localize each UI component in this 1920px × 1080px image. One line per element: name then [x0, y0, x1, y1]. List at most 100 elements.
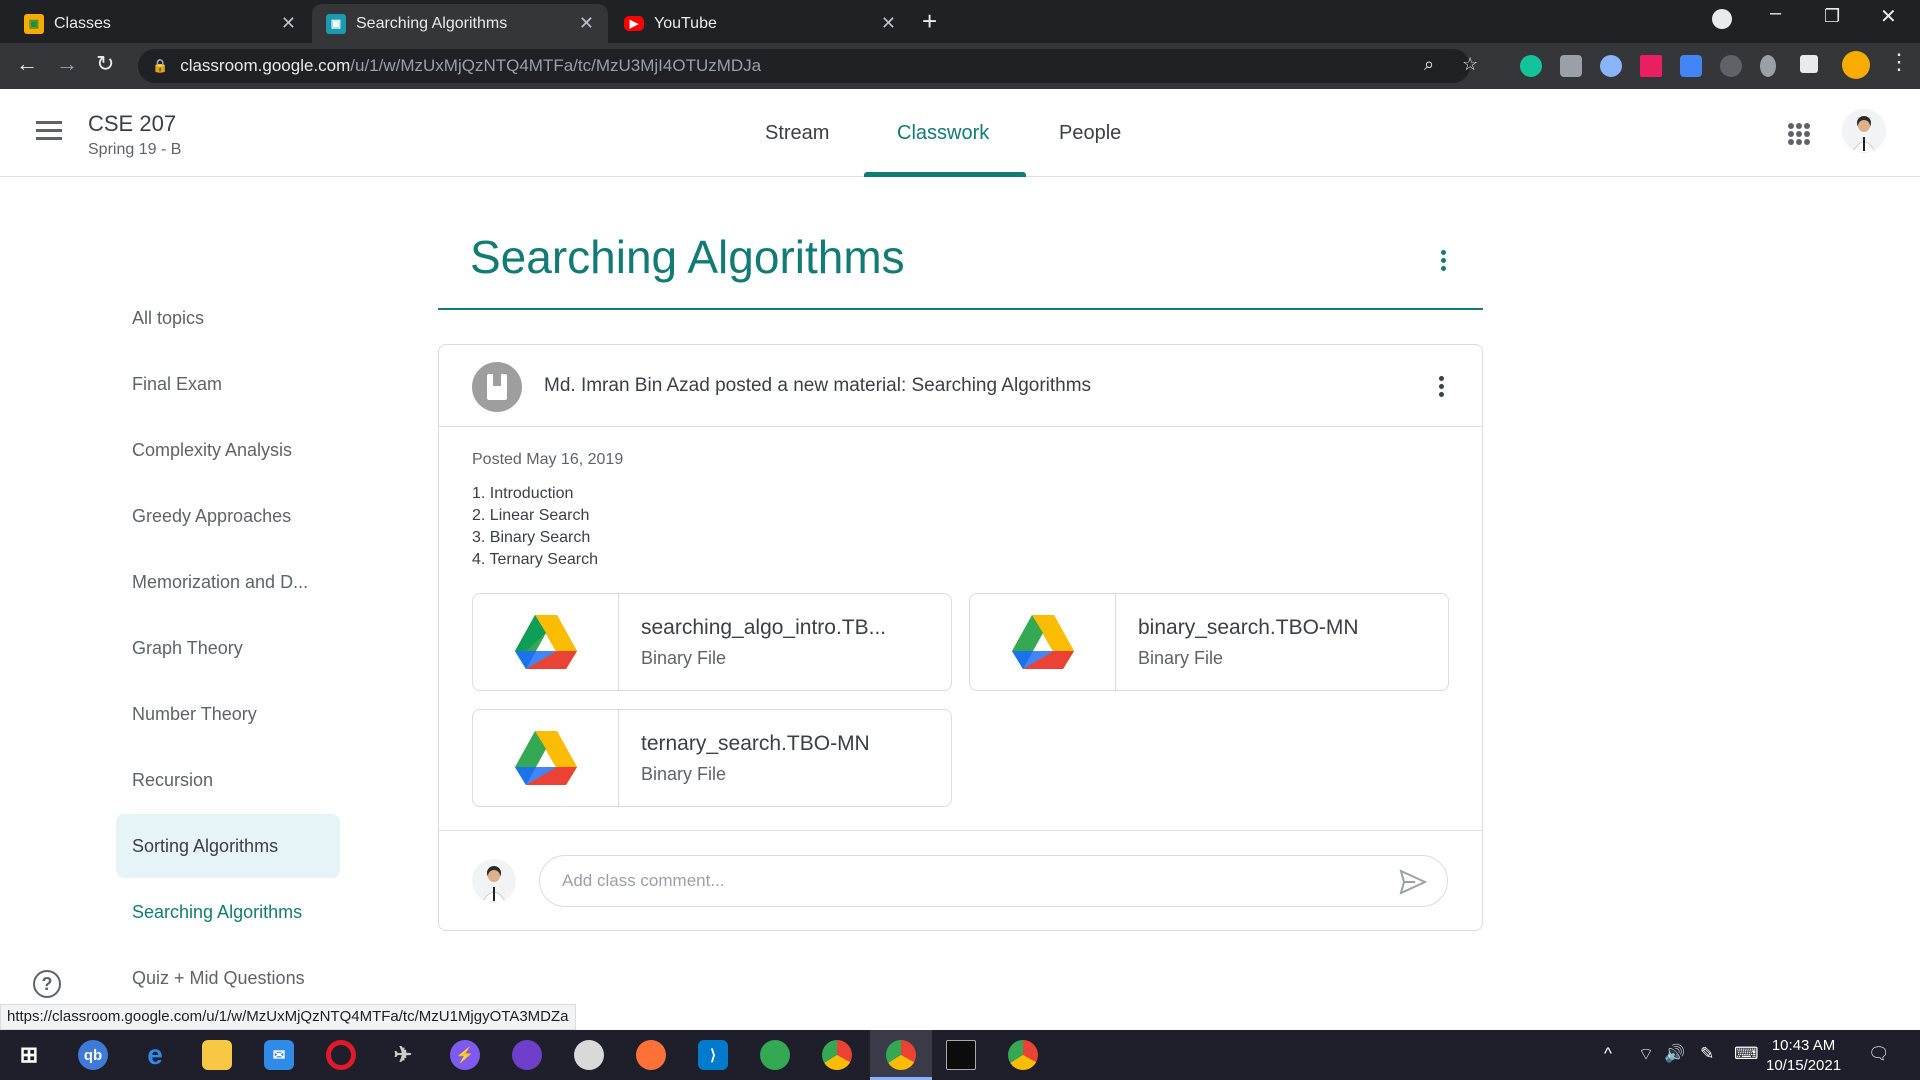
help-icon[interactable]: ?	[33, 970, 61, 998]
paint-icon[interactable]	[574, 1040, 604, 1070]
volume-icon[interactable]: 🔊	[1664, 1044, 1685, 1064]
sidebar-item-sorting-algorithms[interactable]: Sorting Algorithms	[116, 814, 340, 878]
camera-extension-icon[interactable]	[1560, 55, 1582, 77]
messenger-icon[interactable]: ⚡	[450, 1040, 480, 1070]
sidebar-item-quiz-mid-questions[interactable]: Quiz + Mid Questions	[116, 946, 340, 1010]
description-line: 2. Linear Search	[472, 507, 590, 524]
user-avatar[interactable]	[1842, 109, 1886, 153]
wifi-icon[interactable]: ⌔	[1638, 1044, 1654, 1065]
tab-searching-algorithms[interactable]: ▣ Searching Algorithms ✕	[312, 4, 608, 43]
description-line: 1. Introduction	[472, 485, 574, 502]
link-status-bar: https://classroom.google.com/u/1/w/MzUxM…	[0, 1004, 576, 1030]
github-icon[interactable]	[512, 1040, 542, 1070]
tab-youtube[interactable]: ▶ YouTube ✕	[610, 4, 910, 43]
send-icon[interactable]	[1399, 869, 1427, 895]
windows-start-icon[interactable]: ⊞	[14, 1040, 44, 1070]
play-extension-icon[interactable]	[1640, 55, 1662, 77]
attachment-type: Binary File	[641, 648, 727, 668]
active-tab-indicator	[864, 172, 1026, 177]
classroom-header: CSE 207 Spring 19 - B Stream Classwork P…	[0, 89, 1920, 177]
file-explorer-icon[interactable]	[202, 1040, 232, 1070]
tab-stream[interactable]: Stream	[765, 122, 829, 145]
attachment-card[interactable]: searching_algo_intro.TB... Binary File	[472, 593, 952, 691]
forward-icon[interactable]: →	[56, 51, 78, 77]
attachment-name: ternary_search.TBO-MN	[641, 732, 870, 755]
restore-button[interactable]: ❐	[1824, 6, 1840, 27]
pen-icon[interactable]: ✎	[1700, 1044, 1714, 1064]
chrome-icon[interactable]	[1008, 1040, 1038, 1070]
chrome-icon[interactable]	[822, 1040, 852, 1070]
attachment-card[interactable]: ternary_search.TBO-MN Binary File	[472, 709, 952, 807]
tab-classes[interactable]: ▣ Classes ✕	[10, 4, 310, 43]
sidebar-item-greedy-approaches[interactable]: Greedy Approaches	[116, 484, 340, 548]
classroom-icon: ▣	[326, 13, 346, 34]
extension-icon[interactable]	[1600, 55, 1622, 77]
sidebar-item-number-theory[interactable]: Number Theory	[116, 682, 340, 746]
close-icon[interactable]: ✕	[281, 13, 296, 34]
sidebar-item-graph-theory[interactable]: Graph Theory	[116, 616, 340, 680]
opera-icon[interactable]	[326, 1040, 356, 1070]
topic-more-options-icon[interactable]	[1441, 250, 1446, 271]
tab-classwork[interactable]: Classwork	[897, 122, 989, 145]
system-clock[interactable]: 10:43 AM 10/15/2021	[1766, 1036, 1841, 1076]
minimize-button[interactable]: –	[1770, 2, 1781, 25]
google-apps-icon[interactable]	[1788, 123, 1810, 145]
attachment-card[interactable]: binary_search.TBO-MN Binary File	[969, 593, 1449, 691]
profile-avatar-icon[interactable]	[1842, 51, 1870, 79]
keyboard-icon[interactable]: ⌨	[1734, 1044, 1759, 1064]
new-tab-button[interactable]: +	[922, 6, 937, 37]
notifications-icon[interactable]: 🗨	[1868, 1044, 1890, 1064]
material-more-options-icon[interactable]	[1439, 376, 1444, 397]
zoom-icon[interactable]: ⌕	[1424, 54, 1434, 75]
tab-search-icon[interactable]	[1712, 9, 1732, 29]
sidebar-item-final-exam[interactable]: Final Exam	[116, 352, 340, 416]
sidebar-item-memorization[interactable]: Memorization and D...	[116, 550, 340, 614]
youtube-icon: ▶	[624, 16, 644, 31]
sidebar-item-searching-algorithms[interactable]: Searching Algorithms	[116, 880, 340, 944]
pen-extension-icon[interactable]	[1760, 55, 1776, 77]
extensions-puzzle-icon[interactable]	[1800, 55, 1818, 73]
topic-title: Searching Algorithms	[470, 231, 905, 283]
class-comment-input[interactable]: Add class comment...	[539, 855, 1448, 907]
tab-people[interactable]: People	[1059, 122, 1121, 145]
close-window-button[interactable]: ✕	[1880, 4, 1897, 29]
sidebar-item-all-topics[interactable]: All topics	[116, 286, 340, 350]
attachment-type: Binary File	[641, 764, 727, 784]
back-icon[interactable]: ←	[16, 51, 38, 77]
material-header[interactable]: Md. Imran Bin Azad posted a new material…	[439, 345, 1482, 427]
google-drive-icon	[473, 594, 619, 690]
tray-chevron-icon[interactable]: ^	[1604, 1044, 1612, 1064]
mail-icon[interactable]: ✉	[264, 1040, 294, 1070]
firefox-icon[interactable]	[636, 1040, 666, 1070]
browser-toolbar: ← → ↻ 🔒 classroom.google.com/u/1/w/MzUxM…	[0, 43, 1920, 89]
class-name[interactable]: CSE 207	[88, 111, 176, 137]
material-bookmark-icon	[472, 362, 522, 412]
close-icon[interactable]: ✕	[579, 13, 594, 34]
download-extension-icon[interactable]	[1680, 55, 1702, 77]
globe-icon[interactable]	[760, 1040, 790, 1070]
attachment-name: binary_search.TBO-MN	[1138, 616, 1359, 639]
terminal-icon[interactable]	[946, 1040, 976, 1070]
grammarly-icon[interactable]	[1520, 55, 1542, 77]
attachment-type: Binary File	[1138, 648, 1224, 668]
reload-icon[interactable]: ↻	[96, 51, 114, 77]
vscode-icon[interactable]: ⟩	[698, 1040, 728, 1070]
satellite-icon[interactable]: ✈	[388, 1040, 418, 1070]
qbittorrent-icon[interactable]: qb	[78, 1040, 108, 1070]
address-bar[interactable]: 🔒 classroom.google.com/u/1/w/MzUxMjQzNTQ…	[138, 49, 1478, 83]
sidebar-item-recursion[interactable]: Recursion	[116, 748, 340, 812]
lock-icon: 🔒	[152, 58, 169, 73]
bookmark-star-icon[interactable]: ☆	[1462, 54, 1478, 75]
extension-icon[interactable]	[1720, 55, 1742, 77]
tab-title: Classes	[54, 14, 111, 32]
tab-title: Searching Algorithms	[356, 14, 508, 32]
clock-date: 10/15/2021	[1766, 1057, 1842, 1074]
main-menu-icon[interactable]	[36, 121, 62, 145]
google-drive-icon	[473, 710, 619, 806]
sidebar-item-complexity-analysis[interactable]: Complexity Analysis	[116, 418, 340, 482]
edge-icon[interactable]: e	[140, 1039, 170, 1070]
chrome-icon[interactable]	[886, 1040, 916, 1070]
posted-date: Posted May 16, 2019	[472, 451, 624, 468]
chrome-menu-icon[interactable]: ⋮	[1888, 49, 1910, 75]
close-icon[interactable]: ✕	[881, 13, 896, 34]
